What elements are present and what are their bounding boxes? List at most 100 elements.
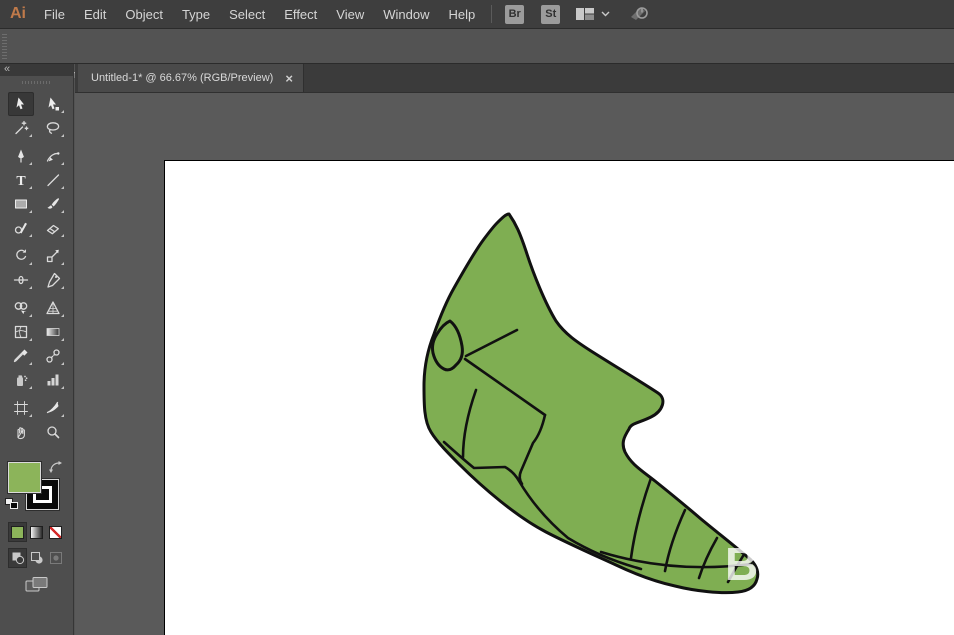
width-tool-icon (13, 272, 29, 288)
column-graph-tool-icon (45, 372, 61, 388)
cocoon-body-path (424, 214, 758, 593)
menu-item-edit[interactable]: Edit (84, 7, 106, 22)
menu-item-type[interactable]: Type (182, 7, 210, 22)
magic-wand-tool[interactable] (8, 116, 34, 140)
bridge-button[interactable]: Br (505, 5, 524, 24)
fill-indicator[interactable] (8, 462, 41, 493)
symbol-sprayer-tool[interactable] (8, 368, 34, 392)
document-tab-title: Untitled-1* @ 66.67% (RGB/Preview) (91, 72, 273, 84)
draw-inside-icon (49, 551, 63, 565)
draw-normal-button[interactable] (8, 548, 27, 568)
line-segment-tool[interactable] (40, 168, 66, 192)
paint-style-row (8, 522, 65, 542)
svg-text:T: T (16, 174, 26, 188)
gradient-tool-icon (45, 324, 61, 340)
pen-tool[interactable] (8, 144, 34, 168)
chevron-down-icon (601, 11, 610, 17)
curvature-tool[interactable] (40, 144, 66, 168)
pen-tool-icon (13, 148, 29, 164)
column-graph-tool[interactable] (40, 368, 66, 392)
artboard-tool-icon (13, 400, 29, 416)
perspective-grid-tool-icon (45, 300, 61, 316)
rotate-tool[interactable] (8, 244, 34, 268)
hand-tool-icon (13, 424, 29, 440)
default-fill-stroke-icon[interactable] (5, 498, 19, 510)
canvas-area[interactable]: B (75, 93, 954, 635)
document-tab-bar: Untitled-1* @ 66.67% (RGB/Preview) × (75, 64, 954, 93)
draw-inside-button[interactable] (46, 548, 65, 568)
scale-tool[interactable] (40, 244, 66, 268)
blend-tool[interactable] (40, 344, 66, 368)
gradient-tool[interactable] (40, 320, 66, 344)
collapse-panel-icon[interactable]: « (4, 63, 10, 75)
none-button[interactable] (46, 522, 65, 542)
width-tool[interactable] (8, 268, 34, 292)
paintbrush-tool[interactable] (40, 192, 66, 216)
direct-selection-tool-icon (45, 96, 61, 112)
artwork-drawing[interactable] (165, 161, 954, 635)
artboard-tool[interactable] (8, 396, 34, 420)
free-transform-tool-icon (45, 272, 61, 288)
menu-items: File Edit Object Type Select Effect View… (44, 7, 475, 22)
app-logo: Ai (10, 5, 26, 23)
workspace-switcher[interactable] (575, 6, 610, 22)
mesh-tool[interactable] (8, 320, 34, 344)
menu-item-object[interactable]: Object (125, 7, 163, 22)
blend-tool-icon (45, 348, 61, 364)
none-swatch-icon (49, 526, 62, 539)
gradient-button[interactable] (27, 522, 46, 542)
zoom-tool[interactable] (40, 420, 66, 444)
menu-item-effect[interactable]: Effect (284, 7, 317, 22)
menu-item-help[interactable]: Help (448, 7, 475, 22)
menu-item-file[interactable]: File (44, 7, 65, 22)
shape-builder-tool-icon (13, 300, 29, 316)
menu-bar: Ai File Edit Object Type Select Effect V… (0, 0, 954, 29)
swap-fill-stroke-icon[interactable] (48, 460, 64, 474)
hand-tool[interactable] (8, 420, 34, 444)
workspace-layout-icon (575, 6, 595, 22)
control-bar: No Selection Stroke: 3 pt Uniform • 3 pt… (0, 29, 954, 64)
eyedropper-tool[interactable] (8, 344, 34, 368)
menu-item-select[interactable]: Select (229, 7, 265, 22)
artboard[interactable]: B (164, 160, 954, 635)
direct-selection-tool[interactable] (40, 92, 66, 116)
tools-panel-grip[interactable] (22, 81, 52, 84)
scale-tool-icon (45, 248, 61, 264)
free-transform-tool[interactable] (40, 268, 66, 292)
shaper-tool-icon (13, 220, 29, 236)
slice-tool[interactable] (40, 396, 66, 420)
shaper-tool[interactable] (8, 216, 34, 240)
change-screen-mode-button[interactable] (25, 576, 49, 601)
perspective-grid-tool[interactable] (40, 296, 66, 320)
tools-panel-header[interactable]: « (0, 64, 73, 76)
tab-close-icon[interactable]: × (285, 72, 293, 85)
draw-behind-button[interactable] (27, 548, 46, 568)
tools-panel: « (0, 64, 74, 635)
eraser-tool[interactable] (40, 216, 66, 240)
shape-builder-tool[interactable] (8, 296, 34, 320)
selection-tool[interactable] (8, 92, 34, 116)
zoom-tool-icon (45, 424, 61, 440)
lasso-tool[interactable] (40, 116, 66, 140)
stock-button[interactable]: St (541, 5, 560, 24)
menu-item-view[interactable]: View (336, 7, 364, 22)
mesh-tool-icon (13, 324, 29, 340)
symbol-sprayer-tool-icon (13, 372, 29, 388)
selection-tool-icon (13, 96, 29, 112)
document-tab[interactable]: Untitled-1* @ 66.67% (RGB/Preview) × (78, 64, 304, 92)
lasso-tool-icon (45, 120, 61, 136)
rectangle-tool[interactable] (8, 192, 34, 216)
drawing-modes-row (8, 548, 65, 568)
eyedropper-tool-icon (13, 348, 29, 364)
menu-item-window[interactable]: Window (383, 7, 429, 22)
curvature-tool-icon (45, 148, 61, 164)
control-bar-grip[interactable] (2, 32, 7, 59)
screen-mode-icon (25, 576, 49, 596)
rotate-tool-icon (13, 248, 29, 264)
rectangle-tool-icon (13, 196, 29, 212)
gradient-swatch-icon (30, 526, 43, 539)
type-tool[interactable]: T (8, 168, 34, 192)
gpu-performance-button[interactable] (626, 2, 652, 27)
color-swatch-icon (11, 526, 24, 539)
color-button[interactable] (8, 522, 27, 542)
